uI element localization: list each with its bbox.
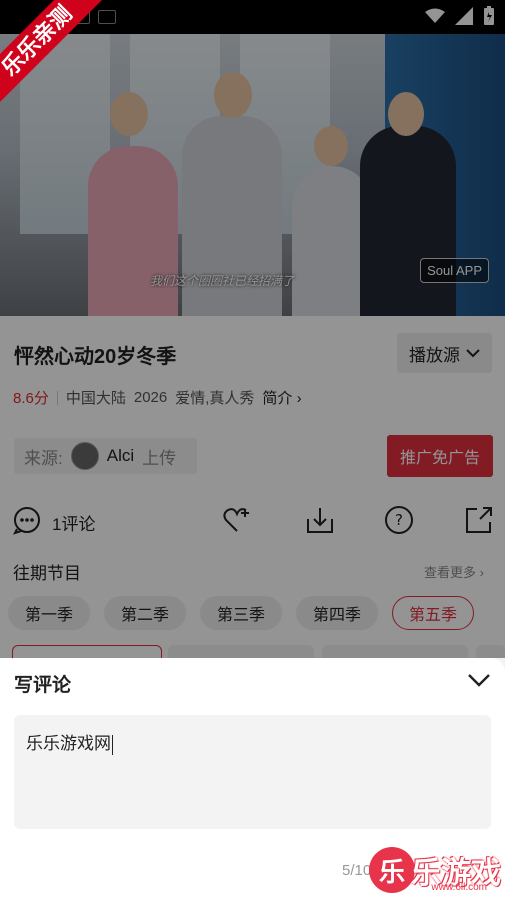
- modal-backdrop[interactable]: [0, 0, 505, 658]
- text-caret: [112, 734, 113, 755]
- sheet-title: 写评论: [14, 675, 72, 696]
- comment-input[interactable]: 乐乐游戏网: [14, 715, 491, 829]
- chevron-down-icon[interactable]: [467, 672, 491, 688]
- brand-url: www.6ll.com: [431, 882, 487, 893]
- comment-input-value: 乐乐游戏网: [26, 734, 111, 753]
- brand-logo: 乐: [369, 847, 415, 893]
- brand-watermark: 乐 乐游戏 www.6ll.com: [369, 847, 501, 893]
